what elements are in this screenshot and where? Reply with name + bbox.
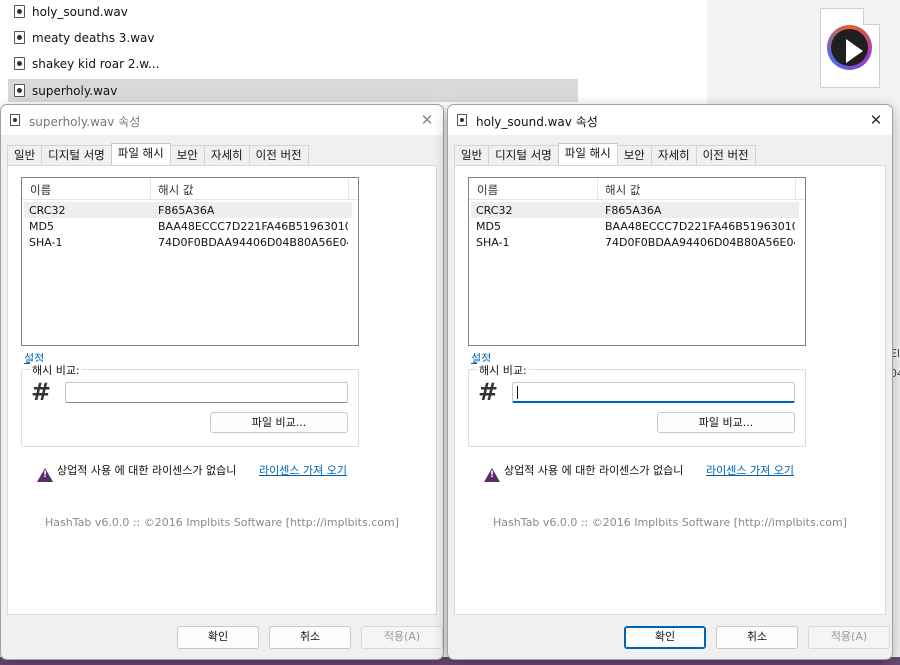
tab-general[interactable]: 일반 (7, 145, 43, 165)
license-warning-text: 상업적 사용 에 대한 라이센스가 없습니 (57, 464, 237, 477)
hash-compare-group: 해시 비교: # 파일 비교... (468, 362, 806, 447)
hash-name: MD5 (29, 220, 54, 233)
ok-button[interactable]: 확인 (624, 626, 706, 649)
tab-details[interactable]: 자세히 (650, 145, 697, 165)
hash-name: SHA-1 (29, 236, 63, 249)
column-header-name[interactable]: 이름 (477, 182, 498, 198)
hash-list[interactable]: 이름 해시 값 CRC32 F865A36A MD5 BAA48ECCC7D22… (468, 177, 806, 346)
audio-file-icon (14, 84, 25, 97)
column-divider (597, 178, 598, 200)
audio-file-icon (10, 114, 20, 126)
properties-dialog-holy-sound: holy_sound.wav 속성 ✕ 일반 디지털 서명 파일 해시 보안 자… (447, 104, 893, 660)
get-license-link[interactable]: 라이센스 가져 오기 (259, 462, 347, 478)
file-item-shakey-kid-roar[interactable]: shakey kid roar 2.w... (8, 52, 578, 75)
column-divider (150, 178, 151, 200)
hash-name: CRC32 (476, 204, 513, 217)
hash-row-crc32[interactable]: CRC32 F865A36A (471, 202, 799, 218)
file-name: holy_sound.wav (32, 4, 128, 19)
file-name: shakey kid roar 2.w... (32, 56, 160, 71)
tab-strip: 일반 디지털 서명 파일 해시 보안 자세히 이전 버전 (454, 143, 756, 165)
hash-value: 74D0F0BDAA94406D04B80A56E047D... (158, 236, 348, 249)
ok-button[interactable]: 확인 (177, 626, 259, 649)
tab-strip: 일반 디지털 서명 파일 해시 보안 자세히 이전 버전 (7, 143, 309, 165)
close-icon[interactable]: ✕ (417, 110, 437, 130)
apply-button[interactable]: 적용(A) (808, 626, 890, 649)
hash-value: BAA48ECCC7D221FA46B5196301069... (605, 220, 795, 233)
file-item-superholy[interactable]: superholy.wav (8, 79, 578, 102)
audio-file-icon (457, 114, 467, 126)
tab-file-hash[interactable]: 파일 해시 (557, 143, 618, 165)
get-license-link[interactable]: 라이센스 가져 오기 (706, 462, 794, 478)
hash-row-md5[interactable]: MD5 BAA48ECCC7D221FA46B5196301069... (471, 218, 799, 234)
tab-previous-versions[interactable]: 이전 버전 (248, 145, 309, 165)
list-header: 이름 해시 값 (469, 178, 805, 200)
hash-compare-group: 해시 비교: # 파일 비교... (21, 362, 359, 447)
hash-compare-input[interactable] (512, 382, 795, 403)
compare-file-button[interactable]: 파일 비교... (210, 412, 348, 433)
file-name: superholy.wav (32, 83, 118, 98)
warning-icon (37, 468, 53, 482)
hash-value: F865A36A (605, 204, 662, 217)
compare-file-button[interactable]: 파일 비교... (657, 412, 795, 433)
hash-row-sha1[interactable]: SHA-1 74D0F0BDAA94406D04B80A56E047D... (24, 234, 352, 250)
hash-list[interactable]: 이름 해시 값 CRC32 F865A36A MD5 BAA48ECCC7D22… (21, 177, 359, 346)
dialog-title: holy_sound.wav 속성 (476, 115, 598, 129)
hash-compare-input[interactable] (65, 382, 348, 403)
hash-name: CRC32 (29, 204, 66, 217)
column-header-hash[interactable]: 해시 값 (158, 182, 193, 198)
hash-row-sha1[interactable]: SHA-1 74D0F0BDAA94406D04B80A56E047D... (471, 234, 799, 250)
list-header: 이름 해시 값 (22, 178, 358, 200)
hash-row-md5[interactable]: MD5 BAA48ECCC7D221FA46B5196301069... (24, 218, 352, 234)
tab-panel-file-hash: 이름 해시 값 CRC32 F865A36A MD5 BAA48ECCC7D22… (454, 165, 886, 615)
cancel-button[interactable]: 취소 (716, 626, 798, 649)
audio-file-icon (14, 57, 25, 70)
tab-file-hash[interactable]: 파일 해시 (110, 143, 171, 165)
hash-value: F865A36A (158, 204, 215, 217)
tab-security[interactable]: 보안 (169, 145, 205, 165)
tab-general[interactable]: 일반 (454, 145, 490, 165)
column-header-hash[interactable]: 해시 값 (605, 182, 640, 198)
hash-compare-label: 해시 비교: (30, 362, 82, 378)
column-divider (795, 178, 796, 200)
tab-details[interactable]: 자세히 (203, 145, 250, 165)
tab-digital-signature[interactable]: 디지털 서명 (488, 145, 559, 165)
warning-icon (484, 468, 500, 482)
media-play-icon (827, 25, 872, 70)
file-item-holy-sound[interactable]: holy_sound.wav (8, 0, 578, 23)
close-icon[interactable]: ✕ (866, 110, 886, 130)
properties-dialog-superholy: superholy.wav 속성 ✕ 일반 디지털 서명 파일 해시 보안 자세… (0, 104, 444, 660)
footer-credits: HashTab v6.0.0 :: ©2016 Implbits Softwar… (493, 516, 847, 529)
title-bar[interactable]: holy_sound.wav 속성 ✕ (448, 105, 892, 135)
text-caret (517, 386, 518, 399)
tab-previous-versions[interactable]: 이전 버전 (695, 145, 756, 165)
hash-name: SHA-1 (476, 236, 510, 249)
hash-value: 74D0F0BDAA94406D04B80A56E047D... (605, 236, 795, 249)
dialog-title: superholy.wav 속성 (29, 115, 141, 129)
license-warning-text: 상업적 사용 에 대한 라이센스가 없습니 (504, 464, 684, 477)
file-item-meaty-deaths[interactable]: meaty deaths 3.wav (8, 26, 578, 49)
apply-button[interactable]: 적용(A) (361, 626, 443, 649)
column-header-name[interactable]: 이름 (30, 182, 51, 198)
audio-file-icon (14, 31, 25, 44)
hash-icon: # (31, 378, 52, 406)
hash-row-crc32[interactable]: CRC32 F865A36A (24, 202, 352, 218)
tab-panel-file-hash: 이름 해시 값 CRC32 F865A36A MD5 BAA48ECCC7D22… (7, 165, 437, 615)
tab-security[interactable]: 보안 (616, 145, 652, 165)
cancel-button[interactable]: 취소 (269, 626, 351, 649)
audio-file-icon (14, 5, 25, 18)
hash-icon: # (478, 378, 499, 406)
title-bar[interactable]: superholy.wav 속성 ✕ (1, 105, 443, 135)
footer-credits: HashTab v6.0.0 :: ©2016 Implbits Softwar… (45, 516, 399, 529)
column-divider (348, 178, 349, 200)
hash-value: BAA48ECCC7D221FA46B5196301069... (158, 220, 348, 233)
hash-compare-label: 해시 비교: (477, 362, 529, 378)
hash-name: MD5 (476, 220, 501, 233)
tab-digital-signature[interactable]: 디지털 서명 (41, 145, 112, 165)
file-name: meaty deaths 3.wav (32, 30, 155, 45)
